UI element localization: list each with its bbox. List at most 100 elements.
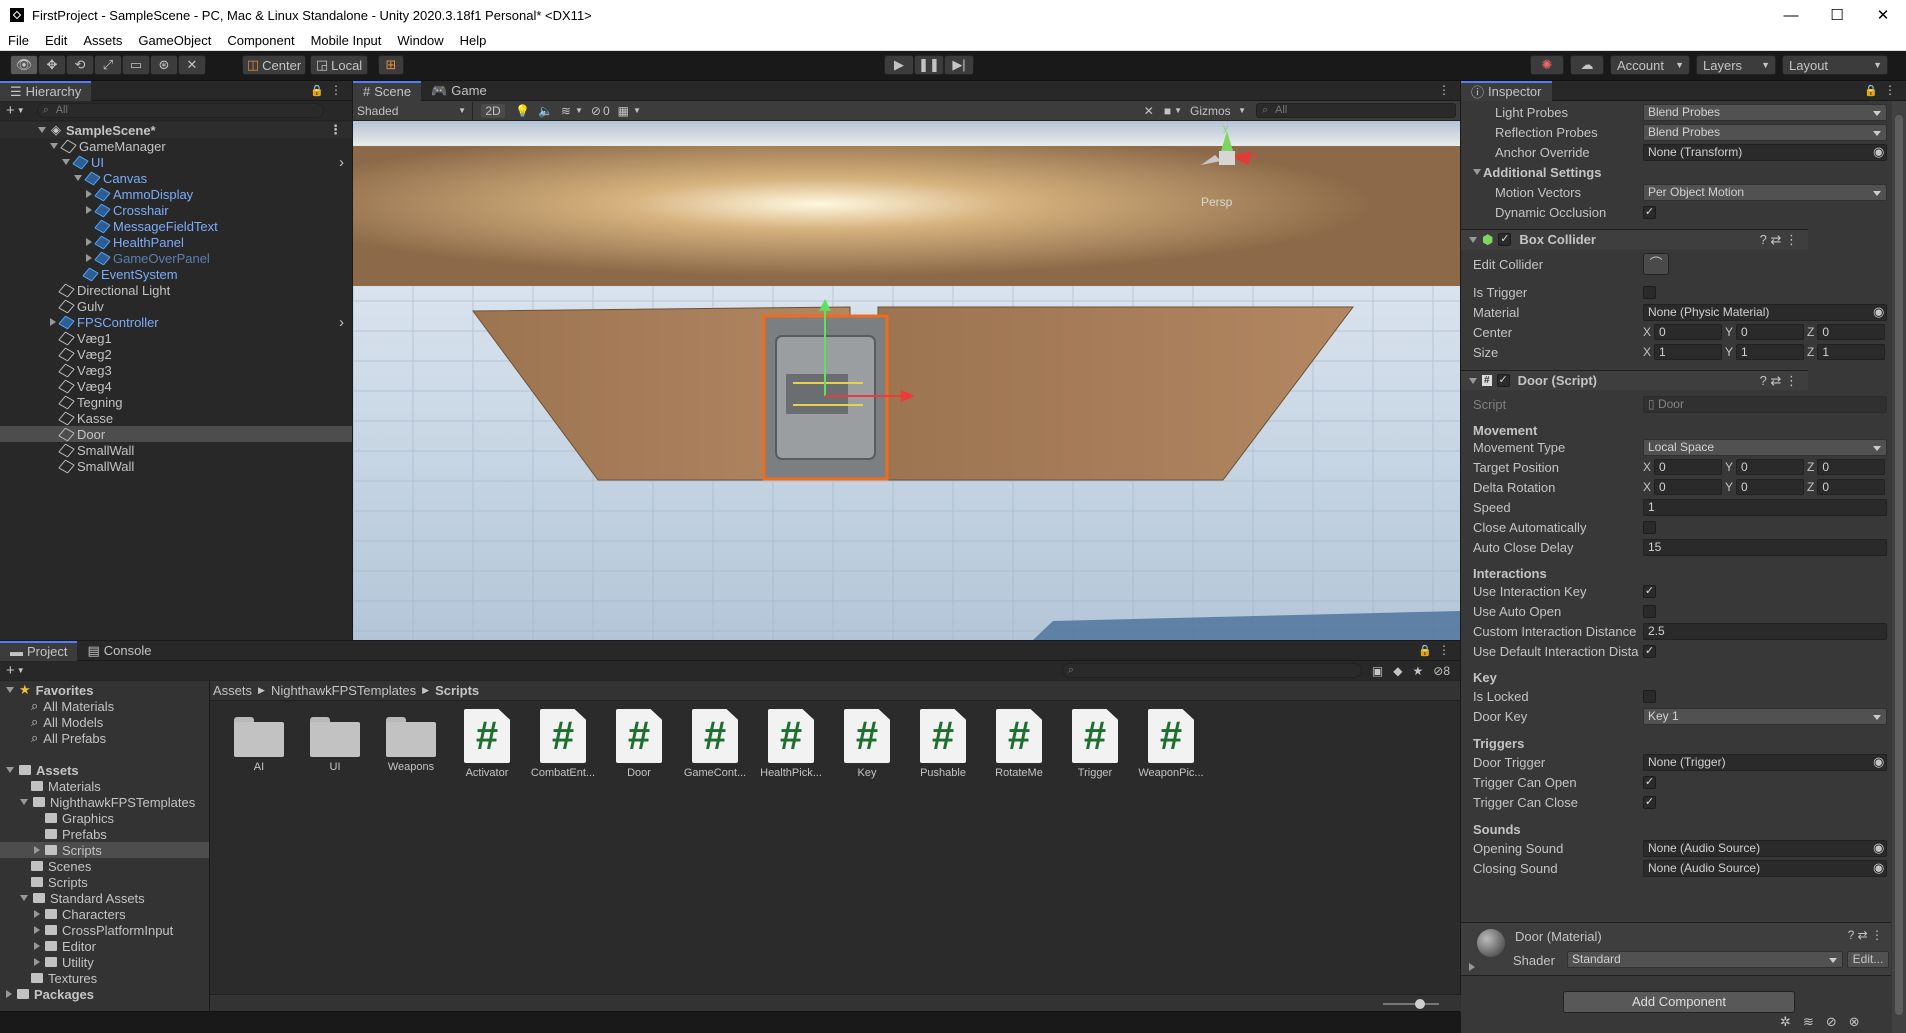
asset-item[interactable]: # CombatEnt...: [528, 709, 598, 779]
expand-arrow-icon[interactable]: [34, 910, 40, 918]
project-tree-item[interactable]: CrossPlatformInput: [0, 922, 209, 938]
layout-dropdown[interactable]: Layout ▼: [1782, 55, 1888, 75]
tools-wrench-icon[interactable]: ✕: [1144, 104, 1154, 118]
menu-window[interactable]: Window: [389, 33, 451, 48]
closing-sound-field[interactable]: None (Audio Source): [1643, 859, 1887, 877]
lock-icon[interactable]: 🔒: [310, 84, 324, 97]
hierarchy-item[interactable]: Væg4: [0, 378, 352, 394]
material-field[interactable]: None (Physic Material): [1643, 303, 1887, 321]
gizmos-dropdown[interactable]: Gizmos ▼: [1190, 104, 1250, 118]
rotation-z-field[interactable]: 0: [1817, 479, 1886, 495]
asset-item[interactable]: # HealthPick...: [756, 709, 826, 779]
rotate-tool-icon[interactable]: ⟲: [66, 55, 94, 75]
expand-arrow-icon[interactable]: [1469, 963, 1475, 971]
menu-help[interactable]: Help: [452, 33, 495, 48]
box-collider-enabled-checkbox[interactable]: ✓: [1498, 233, 1512, 246]
center-z-field[interactable]: 0: [1817, 324, 1886, 340]
hierarchy-item[interactable]: FPSController ›: [0, 314, 352, 331]
expand-arrow-icon[interactable]: [38, 127, 46, 133]
shader-edit-button[interactable]: Edit...: [1847, 951, 1889, 968]
scene-visibility-icon[interactable]: ⊘: [591, 104, 601, 118]
hierarchy-item[interactable]: Directional Light: [0, 282, 352, 298]
expand-arrow-icon[interactable]: [1469, 236, 1477, 243]
close-automatically-checkbox[interactable]: [1643, 520, 1656, 534]
chevron-down-icon[interactable]: ▼: [17, 106, 25, 115]
project-tree-item[interactable]: Characters: [0, 906, 209, 922]
scene-menu-icon[interactable]: ⋮: [329, 122, 342, 138]
box-collider-header[interactable]: ⬢ ✓ Box Collider ? ⇄ ⋮: [1461, 229, 1808, 249]
expand-arrow-icon[interactable]: [86, 206, 92, 214]
component-help-icon[interactable]: ? ⇄ ⋮: [1760, 373, 1798, 389]
favorite-star-icon[interactable]: ★: [1412, 664, 1423, 678]
auto-close-delay-field[interactable]: 15: [1643, 538, 1887, 556]
menu-assets[interactable]: Assets: [75, 33, 130, 48]
expand-arrow-icon[interactable]: [34, 926, 40, 934]
asset-item[interactable]: UI: [300, 709, 370, 773]
object-picker-icon[interactable]: ◉: [1873, 840, 1884, 856]
light-probes-dropdown[interactable]: Blend Probes: [1643, 103, 1887, 121]
motion-vectors-dropdown[interactable]: Per Object Motion: [1643, 183, 1887, 201]
persp-label[interactable]: Persp: [1201, 195, 1233, 209]
chevron-down-icon[interactable]: ▼: [575, 106, 583, 115]
asset-item[interactable]: # RotateMe: [984, 709, 1054, 779]
expand-arrow-icon[interactable]: [62, 159, 70, 165]
hierarchy-item[interactable]: Væg2: [0, 346, 352, 362]
hierarchy-search-input[interactable]: ⌕ All: [36, 103, 324, 118]
project-tree-item[interactable]: ★ Favorites: [0, 682, 209, 698]
expand-arrow-icon[interactable]: [74, 175, 82, 181]
project-tree-item[interactable]: Graphics: [0, 810, 209, 826]
add-component-button[interactable]: Add Component: [1563, 991, 1795, 1013]
kebab-menu-icon[interactable]: ⋮: [1438, 643, 1450, 657]
custom-tool-icon[interactable]: ✕: [178, 55, 206, 75]
maximize-button[interactable]: ☐: [1814, 0, 1860, 30]
hierarchy-item[interactable]: UI ›: [0, 154, 352, 171]
project-tree-item[interactable]: ⌕ All Materials: [0, 698, 209, 714]
menu-mobile-input[interactable]: Mobile Input: [303, 33, 390, 48]
mode-2d-toggle[interactable]: 2D: [481, 103, 505, 118]
collab-icon[interactable]: ✺: [1530, 55, 1564, 75]
scrollbar-thumb[interactable]: [1895, 115, 1903, 1015]
breadcrumb-assets[interactable]: Assets: [213, 683, 252, 698]
asset-item[interactable]: # GameCont...: [680, 709, 750, 779]
project-tree-item[interactable]: Editor: [0, 938, 209, 954]
anchor-override-field[interactable]: None (Transform): [1643, 143, 1887, 161]
door-script-enabled-checkbox[interactable]: ✓: [1496, 374, 1510, 387]
asset-item[interactable]: Weapons: [376, 709, 446, 773]
object-picker-icon[interactable]: ◉: [1873, 144, 1884, 160]
hierarchy-item[interactable]: Gulv: [0, 298, 352, 314]
asset-item[interactable]: # WeaponPic...: [1136, 709, 1206, 779]
additional-settings-foldout[interactable]: Additional Settings: [1483, 165, 1601, 180]
search-by-type-icon[interactable]: ▣: [1372, 664, 1383, 678]
asset-item[interactable]: # Door: [604, 709, 674, 779]
hierarchy-item[interactable]: AmmoDisplay: [0, 186, 352, 202]
asset-item[interactable]: # Activator: [452, 709, 522, 779]
transform-tool-icon[interactable]: ⊛: [150, 55, 178, 75]
step-button-icon[interactable]: ▶|: [944, 55, 974, 75]
prefab-open-chevron-icon[interactable]: ›: [339, 314, 344, 331]
expand-arrow-icon[interactable]: [50, 143, 58, 149]
project-tree-item[interactable]: Scenes: [0, 858, 209, 874]
movement-type-dropdown[interactable]: Local Space: [1643, 438, 1887, 456]
hierarchy-item[interactable]: HealthPanel: [0, 234, 352, 250]
scale-tool-icon[interactable]: ⤢: [94, 55, 122, 75]
project-tree-item[interactable]: NighthawkFPSTemplates: [0, 794, 209, 810]
breadcrumb-nighthawk[interactable]: NighthawkFPSTemplates: [271, 683, 416, 698]
minimize-button[interactable]: —: [1768, 0, 1814, 30]
grid-toggle-icon[interactable]: ▦: [618, 104, 629, 118]
lighting-bulb-icon[interactable]: 💡: [515, 104, 530, 118]
component-help-icon[interactable]: ? ⇄ ⋮: [1848, 928, 1883, 942]
project-search-input[interactable]: ⌕: [1061, 663, 1362, 678]
project-tree-item[interactable]: Scripts: [0, 842, 209, 858]
target-y-field[interactable]: 0: [1736, 459, 1805, 475]
project-tree-item[interactable]: Standard Assets: [0, 890, 209, 906]
view-tool-eye-icon[interactable]: 👁: [10, 55, 38, 75]
component-help-icon[interactable]: ? ⇄ ⋮: [1760, 232, 1798, 248]
target-z-field[interactable]: 0: [1817, 459, 1886, 475]
speed-field[interactable]: 1: [1643, 498, 1887, 516]
chevron-down-icon[interactable]: ▼: [17, 666, 25, 675]
tab-project[interactable]: ▬ Project: [0, 640, 78, 661]
hierarchy-item[interactable]: GameManager: [0, 138, 352, 154]
tab-hierarchy[interactable]: ☰ Hierarchy: [0, 80, 92, 101]
hierarchy-item[interactable]: Kasse: [0, 410, 352, 426]
size-x-field[interactable]: 1: [1654, 344, 1723, 360]
